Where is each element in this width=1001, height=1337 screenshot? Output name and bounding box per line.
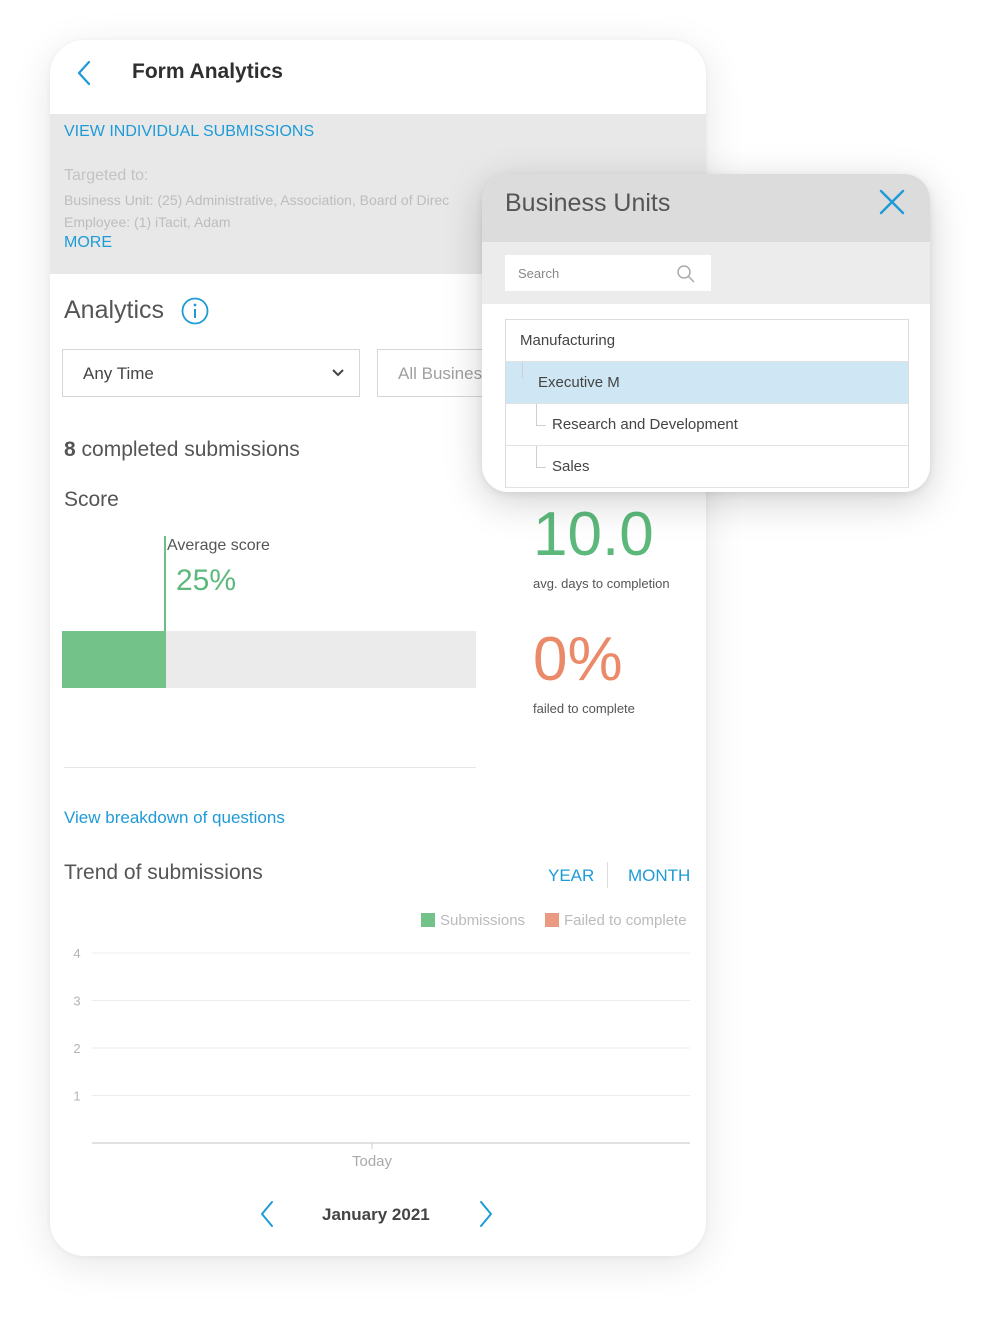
- average-score-label: Average score: [167, 537, 270, 554]
- trend-chart: 1 2 3 4 Today: [73, 946, 690, 1170]
- legend-failed: Failed to complete: [545, 912, 687, 929]
- popup-header: Business Units: [482, 174, 930, 242]
- completed-text: completed submissions: [81, 438, 300, 461]
- tree-item-research-and-development[interactable]: Research and Development: [506, 404, 908, 446]
- more-link[interactable]: MORE: [64, 234, 112, 252]
- tree-connector: [536, 446, 537, 467]
- average-score-marker: [164, 536, 166, 632]
- page-title: Form Analytics: [132, 60, 283, 83]
- year-toggle-button[interactable]: YEAR: [548, 866, 594, 886]
- targeted-employees: Employee: (1) iTacit, Adam: [64, 214, 231, 230]
- current-month-label: January 2021: [322, 1205, 430, 1224]
- close-icon[interactable]: [876, 186, 908, 218]
- score-bar-fill: [62, 631, 166, 688]
- legend-swatch-failed: [545, 913, 559, 927]
- month-toggle-button[interactable]: MONTH: [628, 866, 690, 886]
- next-month-icon[interactable]: [474, 1198, 498, 1230]
- info-icon[interactable]: [180, 296, 210, 326]
- popup-title: Business Units: [505, 189, 671, 217]
- time-filter-select[interactable]: Any Time: [62, 349, 360, 397]
- average-score-value: 25%: [176, 564, 237, 597]
- analytics-heading: Analytics: [64, 296, 165, 324]
- tree-item-label: Sales: [552, 458, 590, 475]
- app-header: Form Analytics: [50, 40, 706, 114]
- tree-connector: [536, 404, 537, 425]
- avg-days-label: avg. days to completion: [533, 576, 670, 591]
- completed-submissions: 8 completed submissions: [64, 438, 300, 462]
- targeted-to-label: Targeted to:: [64, 167, 149, 184]
- legend-swatch-submissions: [421, 913, 435, 927]
- score-heading: Score: [64, 488, 119, 511]
- chevron-down-icon: [332, 369, 344, 377]
- search-icon[interactable]: [676, 264, 696, 284]
- failed-percent-label: failed to complete: [533, 701, 635, 716]
- tree-connector: [522, 362, 523, 378]
- section-divider: [64, 767, 476, 768]
- tree-connector: [536, 467, 546, 468]
- view-individual-submissions-link[interactable]: VIEW INDIVIDUAL SUBMISSIONS: [64, 123, 314, 141]
- business-unit-tree: Manufacturing Executive M Research and D…: [505, 319, 909, 488]
- x-tick-label: Today: [352, 1153, 393, 1170]
- y-tick-label: 2: [73, 1041, 80, 1056]
- y-tick-label: 1: [73, 1089, 80, 1104]
- legend-submissions: Submissions: [421, 912, 525, 929]
- tree-item-executive-m[interactable]: Executive M: [506, 362, 908, 404]
- search-area: [482, 242, 930, 304]
- tree-item-manufacturing[interactable]: Manufacturing: [506, 320, 908, 362]
- back-arrow-icon[interactable]: [70, 56, 100, 90]
- targeted-business-units: Business Unit: (25) Administrative, Asso…: [64, 192, 450, 208]
- score-bar-track: [62, 631, 476, 688]
- tree-connector: [536, 425, 546, 426]
- y-tick-label: 4: [73, 946, 80, 961]
- tree-item-sales[interactable]: Sales: [506, 446, 908, 488]
- completed-count: 8: [64, 438, 76, 461]
- failed-percent-value: 0%: [533, 625, 623, 694]
- legend-label-failed: Failed to complete: [564, 912, 687, 929]
- y-tick-label: 3: [73, 994, 80, 1009]
- tree-item-label: Research and Development: [552, 416, 738, 433]
- avg-days-value: 10.0: [533, 500, 654, 569]
- business-units-popup: Business Units Manufacturing Executive M…: [482, 174, 930, 492]
- previous-month-icon[interactable]: [255, 1198, 279, 1230]
- tree-item-label: Manufacturing: [520, 332, 616, 349]
- legend-label-submissions: Submissions: [440, 912, 526, 929]
- trend-heading: Trend of submissions: [64, 861, 263, 884]
- view-breakdown-link[interactable]: View breakdown of questions: [64, 808, 285, 828]
- toggle-separator: [607, 862, 608, 888]
- time-filter-value: Any Time: [83, 364, 154, 383]
- tree-item-label: Executive M: [538, 374, 620, 391]
- business-unit-filter-value: All Busines: [398, 364, 483, 383]
